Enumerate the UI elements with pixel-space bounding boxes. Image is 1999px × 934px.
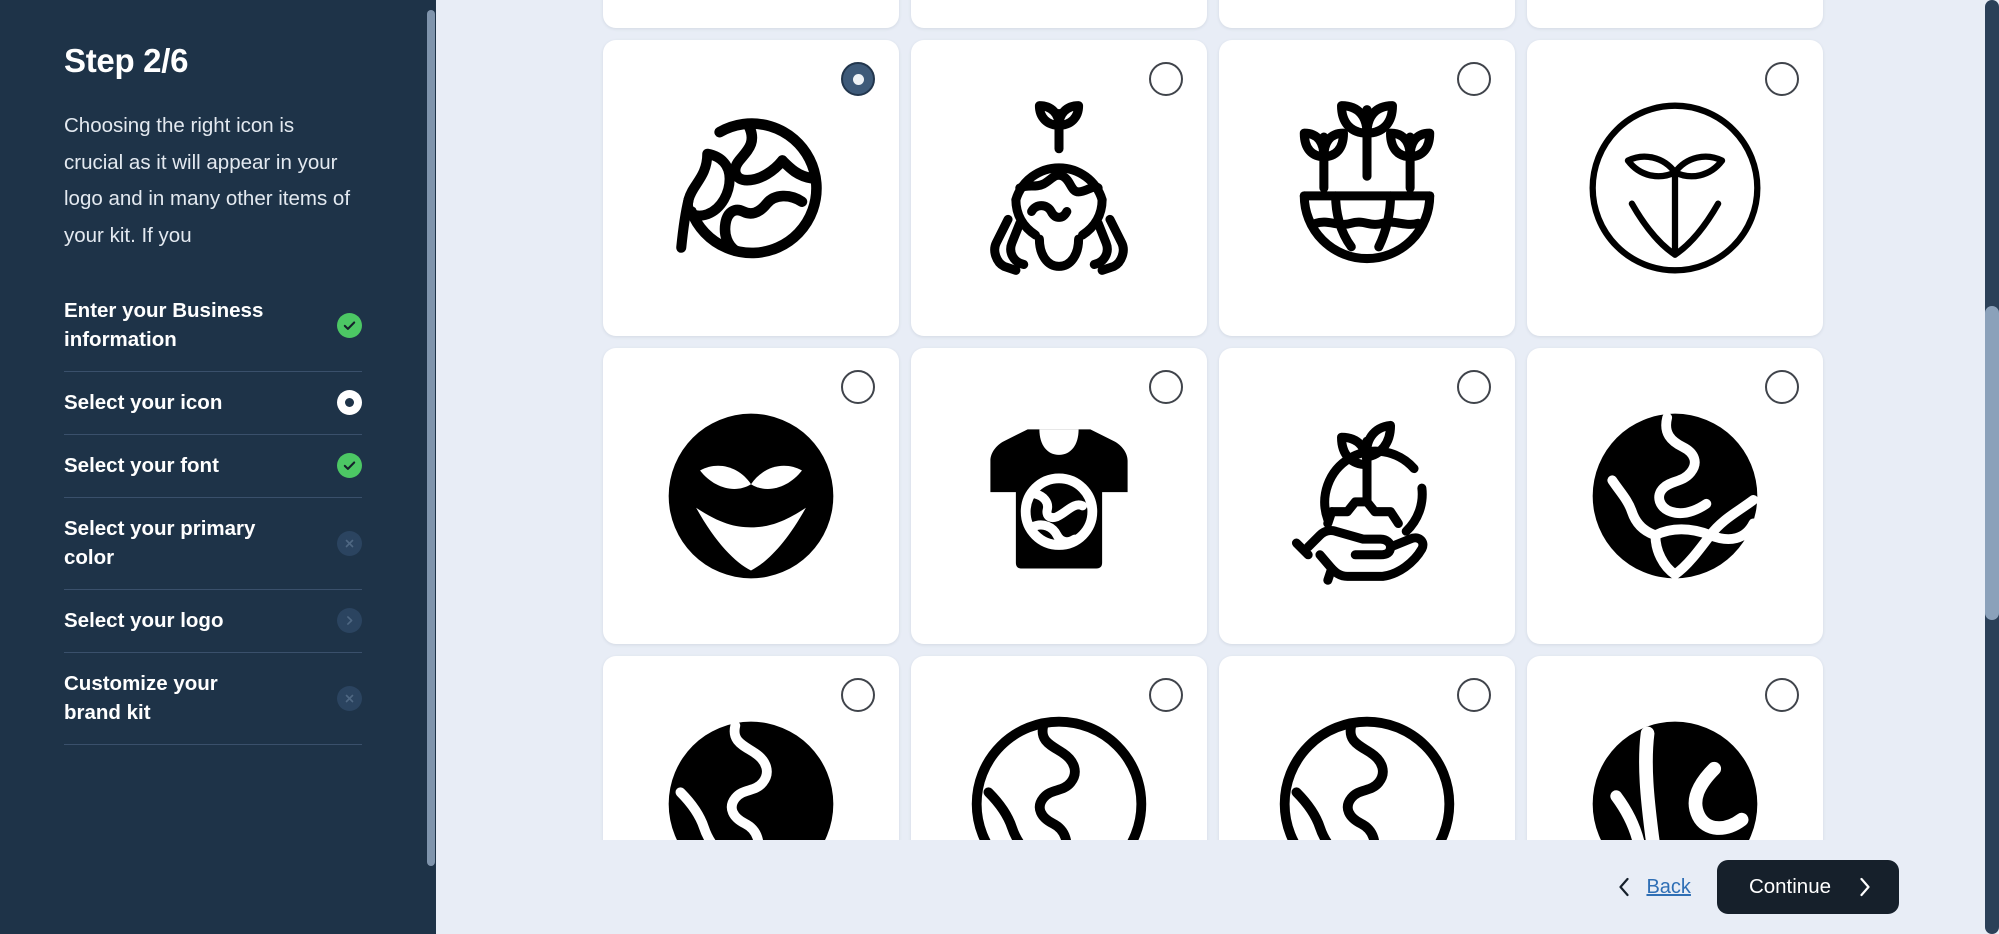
sidebar-item-label: Select your font bbox=[64, 454, 219, 477]
page-title: Step 2/6 bbox=[64, 42, 189, 79]
sidebar-item-customize-brand-kit[interactable]: Customize your brand kit bbox=[64, 653, 362, 745]
close-circle-icon bbox=[337, 685, 362, 711]
chevron-right-icon bbox=[1857, 876, 1873, 898]
icon-card[interactable] bbox=[1527, 348, 1823, 644]
icon-radio[interactable] bbox=[1765, 62, 1799, 96]
icon-radio[interactable] bbox=[1457, 678, 1491, 712]
page-scrollbar[interactable] bbox=[1982, 0, 1999, 934]
filled-globe-leaf-alt-icon bbox=[1577, 706, 1773, 840]
icon-radio[interactable] bbox=[1149, 370, 1183, 404]
icon-card[interactable] bbox=[911, 0, 1207, 28]
sidebar-item-select-logo[interactable]: Select your logo bbox=[64, 590, 362, 653]
icon-card[interactable] bbox=[1527, 656, 1823, 840]
back-button[interactable]: Back bbox=[1616, 875, 1691, 899]
close-circle-icon bbox=[337, 530, 362, 556]
check-circle-icon bbox=[337, 312, 362, 338]
continue-label: Continue bbox=[1748, 875, 1831, 898]
icon-card[interactable] bbox=[1219, 348, 1515, 644]
globe-leaf-outline-icon bbox=[653, 90, 849, 286]
icon-card[interactable] bbox=[603, 40, 899, 336]
icon-card[interactable] bbox=[603, 0, 899, 28]
icon-grid-viewport bbox=[436, 0, 1999, 840]
globe-outline-thin-icon bbox=[1269, 706, 1465, 840]
icon-radio[interactable] bbox=[1457, 62, 1491, 96]
hands-holding-globe-sprout-icon bbox=[961, 90, 1157, 286]
sidebar-scrollbar-track[interactable] bbox=[426, 0, 436, 934]
sidebar-item-primary-color[interactable]: Select your primary color bbox=[64, 498, 362, 590]
sidebar-item-label: Customize your brand kit bbox=[64, 672, 218, 724]
sidebar-item-business-information[interactable]: Enter your Business information bbox=[64, 280, 362, 372]
icon-card[interactable] bbox=[911, 348, 1207, 644]
step-description: Choosing the right icon is crucial as it… bbox=[64, 114, 351, 247]
sidebar-item-label: Select your icon bbox=[64, 391, 223, 414]
icon-radio[interactable] bbox=[841, 370, 875, 404]
icon-card[interactable] bbox=[603, 656, 899, 840]
icon-card[interactable] bbox=[911, 656, 1207, 840]
continue-button[interactable]: Continue bbox=[1716, 860, 1899, 914]
radio-current-icon bbox=[337, 390, 362, 415]
filled-globe-icon bbox=[653, 706, 849, 840]
sidebar-item-select-font[interactable]: Select your font bbox=[64, 435, 362, 498]
icon-radio[interactable] bbox=[1149, 678, 1183, 712]
icon-radio[interactable] bbox=[1765, 370, 1799, 404]
icon-card[interactable] bbox=[1527, 0, 1823, 28]
icon-card[interactable] bbox=[1219, 656, 1515, 840]
icon-radio[interactable] bbox=[1149, 62, 1183, 96]
icon-card[interactable] bbox=[1527, 40, 1823, 336]
sidebar-item-label: Select your logo bbox=[64, 609, 224, 632]
icon-card[interactable] bbox=[911, 40, 1207, 336]
icon-card[interactable] bbox=[1219, 0, 1515, 28]
filled-globe-leaf-icon bbox=[1577, 398, 1773, 594]
globe-three-saplings-icon bbox=[1269, 90, 1465, 286]
wizard-sidebar: Step 2/6 Choosing the right icon is cruc… bbox=[0, 0, 436, 934]
back-label: Back bbox=[1646, 875, 1691, 898]
chevron-left-icon bbox=[1616, 876, 1632, 898]
wizard-app: Step 2/6 Choosing the right icon is cruc… bbox=[0, 0, 1999, 934]
icon-radio-selected[interactable] bbox=[841, 62, 875, 96]
page-scrollbar-thumb[interactable] bbox=[1985, 306, 1999, 620]
steps-list: Enter your Business information Select y… bbox=[64, 280, 362, 745]
icon-card[interactable] bbox=[1219, 40, 1515, 336]
icon-radio[interactable] bbox=[841, 678, 875, 712]
sidebar-item-label: Enter your Business information bbox=[64, 299, 264, 351]
tshirt-globe-icon bbox=[961, 398, 1157, 594]
filled-circle-sprout-icon bbox=[653, 398, 849, 594]
check-circle-icon bbox=[337, 453, 362, 478]
circle-sprout-leaves-icon bbox=[1577, 90, 1773, 286]
icon-card[interactable] bbox=[603, 348, 899, 644]
icon-selection-panel: Back Continue bbox=[436, 0, 1999, 934]
hand-globe-sprout-outline-icon bbox=[1269, 398, 1465, 594]
icon-grid bbox=[603, 0, 1823, 840]
sidebar-item-label: Select your primary color bbox=[64, 517, 256, 569]
icon-radio[interactable] bbox=[1457, 370, 1491, 404]
chevron-right-circle-icon bbox=[337, 608, 362, 633]
wizard-footer: Back Continue bbox=[436, 840, 1999, 934]
icon-radio[interactable] bbox=[1765, 678, 1799, 712]
globe-outline-icon bbox=[961, 706, 1157, 840]
sidebar-item-select-icon[interactable]: Select your icon bbox=[64, 372, 362, 435]
sidebar-scrollbar-thumb[interactable] bbox=[427, 10, 435, 866]
